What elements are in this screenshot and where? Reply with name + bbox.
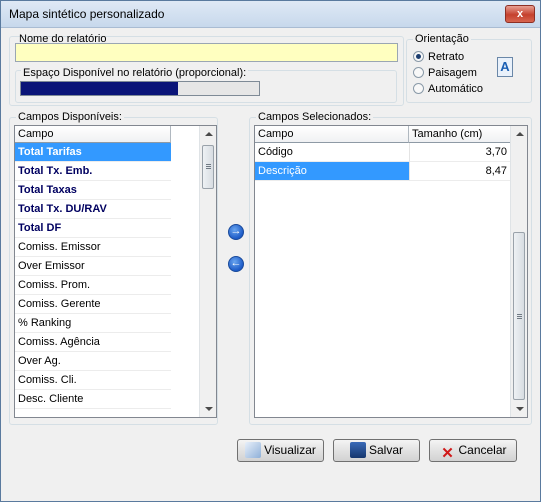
list-item[interactable]: Total DF <box>15 219 171 238</box>
space-label: Espaço Disponível no relatório (proporci… <box>21 67 249 79</box>
add-field-button[interactable]: → <box>228 224 244 240</box>
list-item[interactable]: Desc. Cliente <box>15 390 171 409</box>
radio-label-paisagem: Paisagem <box>428 67 477 79</box>
list-item[interactable]: % Ranking <box>15 314 171 333</box>
cancelar-label: Cancelar <box>458 443 507 457</box>
preview-icon <box>245 442 262 458</box>
radio-paisagem[interactable]: Paisagem <box>413 67 477 79</box>
selected-label: Campos Selecionados: <box>256 111 374 123</box>
available-label: Campos Disponíveis: <box>16 111 124 123</box>
selected-header-tamanho[interactable]: Tamanho (cm) <box>409 126 511 143</box>
scroll-up-icon[interactable] <box>205 132 213 136</box>
cancel-icon: ✕ <box>441 445 454 462</box>
list-item[interactable]: Comiss. Emissor <box>15 238 171 257</box>
table-cell-tamanho[interactable]: 8,47 <box>409 162 511 181</box>
visualizar-label: Visualizar <box>264 443 316 457</box>
dialog-window: Mapa sintético personalizado x Nome do r… <box>0 0 541 502</box>
visualizar-button[interactable]: Visualizar <box>237 439 324 462</box>
cancelar-button[interactable]: ✕ Cancelar <box>429 439 517 462</box>
selected-scrollbar[interactable] <box>510 126 527 417</box>
list-item[interactable]: Comiss. Prom. <box>15 276 171 295</box>
list-item[interactable]: Over Emissor <box>15 257 171 276</box>
orientation-label: Orientação <box>413 33 471 45</box>
radio-automatico[interactable]: Automático <box>413 83 483 95</box>
space-progress-fill <box>21 82 179 95</box>
salvar-label: Salvar <box>368 443 403 457</box>
salvar-button[interactable]: Salvar <box>333 439 420 462</box>
page-orientation-icon: A <box>497 57 513 77</box>
close-icon: x <box>516 8 524 20</box>
list-item[interactable]: Comiss. Gerente <box>15 295 171 314</box>
radio-retrato[interactable]: Retrato <box>413 51 464 63</box>
list-item[interactable]: Total Tarifas <box>15 143 171 162</box>
window-title: Mapa sintético personalizado <box>9 7 165 21</box>
table-row[interactable]: Código <box>255 143 409 162</box>
scroll-down-icon[interactable] <box>516 407 524 411</box>
list-item[interactable]: Comiss. Cli. <box>15 371 171 390</box>
save-icon <box>349 442 366 458</box>
selected-header-campo[interactable]: Campo <box>255 126 409 143</box>
title-bar[interactable]: Mapa sintético personalizado x <box>1 1 540 28</box>
table-row[interactable]: Descrição <box>255 162 409 181</box>
radio-dot-icon[interactable] <box>413 67 424 78</box>
list-item[interactable]: Total Tx. Emb. <box>15 162 171 181</box>
scroll-up-icon[interactable] <box>516 132 524 136</box>
radio-dot-icon[interactable] <box>413 83 424 94</box>
radio-dot-icon[interactable] <box>413 51 424 62</box>
scroll-down-icon[interactable] <box>205 407 213 411</box>
scroll-thumb[interactable] <box>202 145 214 189</box>
table-cell-tamanho[interactable]: 3,70 <box>409 143 511 162</box>
radio-label-retrato: Retrato <box>428 51 465 63</box>
available-list[interactable]: Campo Total Tarifas Total Tx. Emb. Total T… <box>14 125 217 418</box>
list-item[interactable]: Over Ag. <box>15 352 171 371</box>
list-item[interactable]: Total Tx. DU/RAV <box>15 200 171 219</box>
selected-table[interactable]: Campo Tamanho (cm) Código 3,70 Descrição 8,… <box>254 125 528 418</box>
available-header[interactable]: Campo <box>15 126 171 143</box>
available-scrollbar[interactable] <box>199 126 216 417</box>
scroll-thumb[interactable] <box>513 232 525 400</box>
close-button[interactable]: x <box>505 5 535 23</box>
remove-field-button[interactable]: ← <box>228 256 244 272</box>
report-name-input[interactable] <box>15 43 398 62</box>
space-progress-bar <box>20 81 260 96</box>
radio-label-automatico: Automático <box>428 83 484 95</box>
arrow-left-icon: ← <box>230 257 242 269</box>
list-item[interactable]: Total Taxas <box>15 181 171 200</box>
list-item[interactable]: Comiss. Agência <box>15 333 171 352</box>
arrow-right-icon: → <box>230 225 242 237</box>
